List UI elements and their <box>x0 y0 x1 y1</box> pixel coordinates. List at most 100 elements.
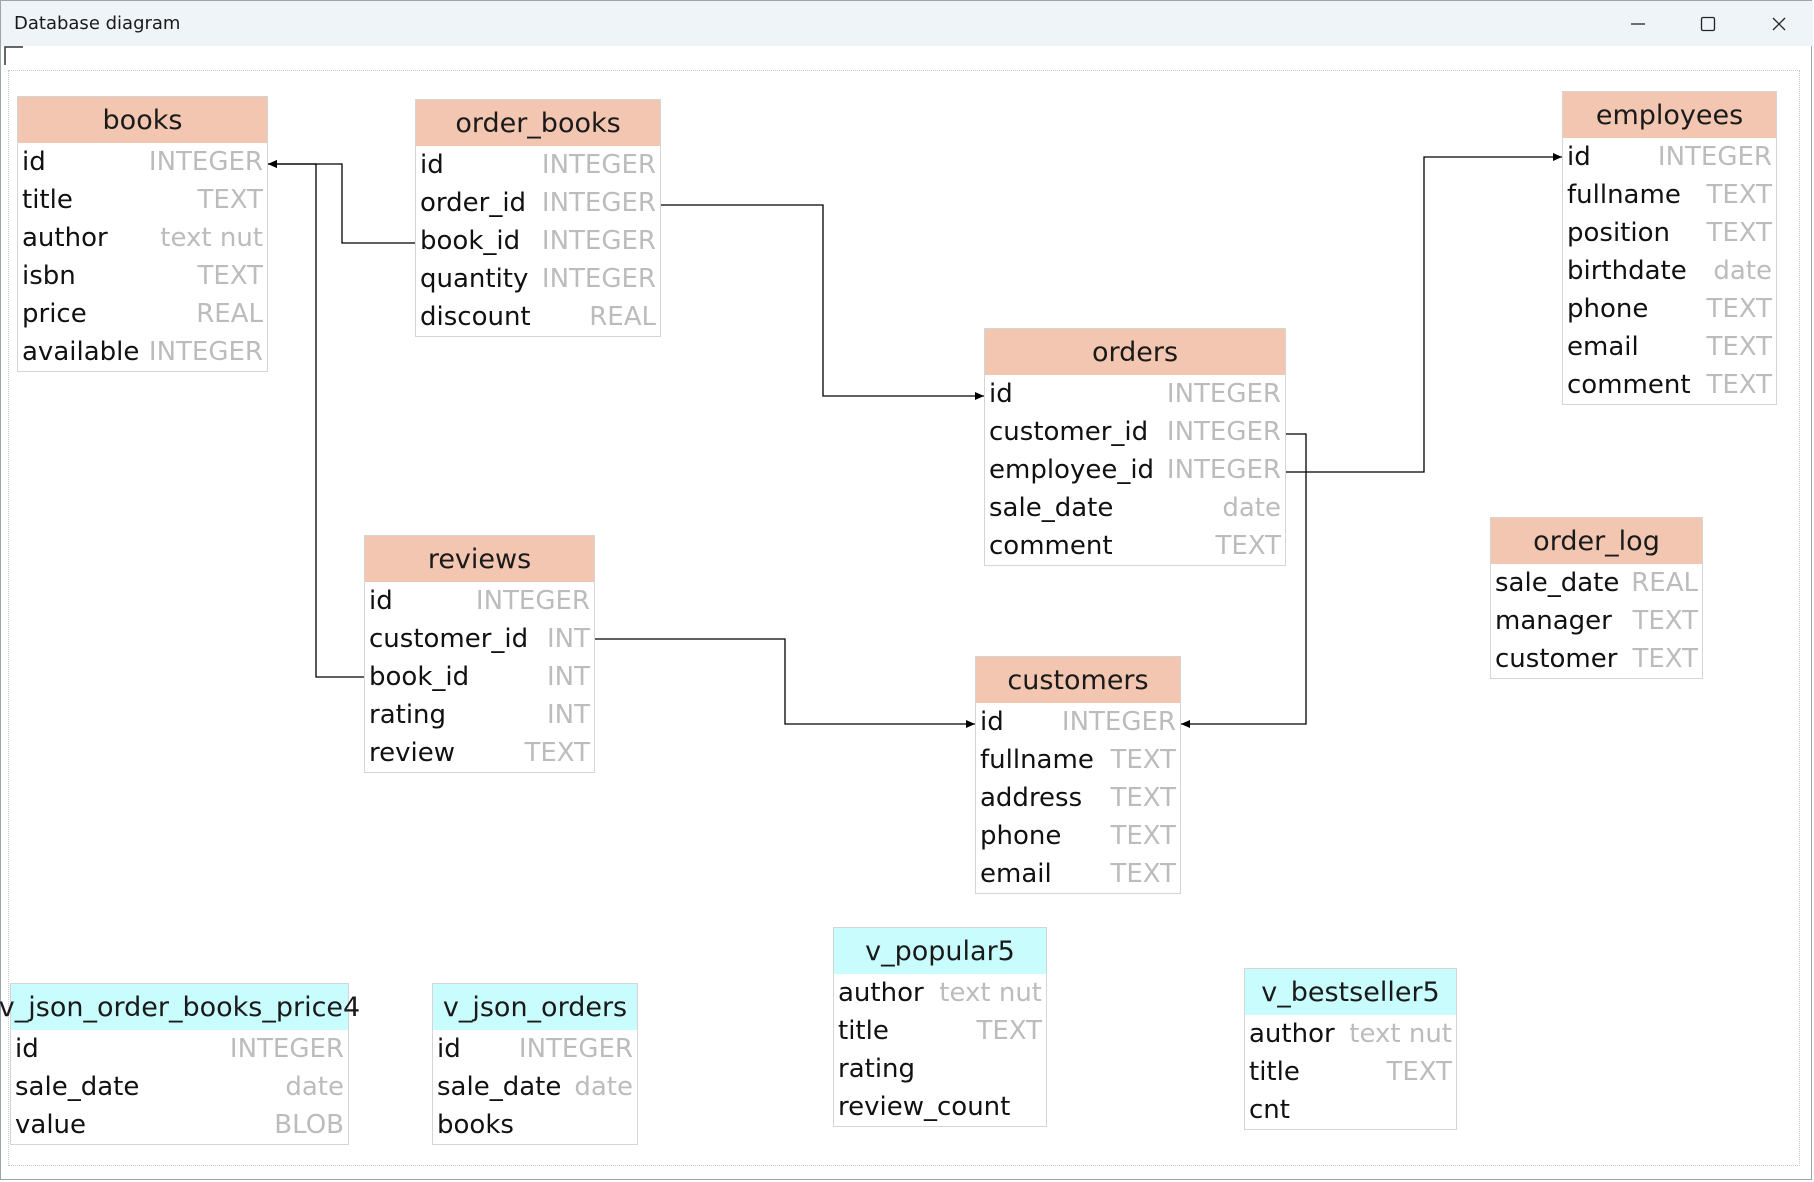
column-row[interactable]: cnt <box>1245 1091 1456 1129</box>
column-row[interactable]: title TEXT <box>1245 1053 1456 1091</box>
column-row[interactable]: review_count <box>834 1088 1046 1126</box>
column-row[interactable]: title TEXT <box>834 1012 1046 1050</box>
column-type: INTEGER <box>541 226 656 256</box>
table-header[interactable]: orders <box>985 329 1285 375</box>
column-row[interactable]: rating <box>834 1050 1046 1088</box>
table-header[interactable]: books <box>18 97 267 143</box>
table-orders[interactable]: orders id INTEGER customer_id INTEGER employe… <box>984 328 1286 566</box>
column-row[interactable]: customer TEXT <box>1491 640 1702 678</box>
column-row[interactable]: sale_date date <box>11 1068 348 1106</box>
table-order_books[interactable]: order_books id INTEGER order_id INTEGER book_… <box>415 99 661 337</box>
column-type: INTEGER <box>148 147 263 177</box>
column-row[interactable]: author text nut <box>1245 1015 1456 1053</box>
column-row[interactable]: position TEXT <box>1563 214 1776 252</box>
column-row[interactable]: customer_id INTEGER <box>985 413 1285 451</box>
column-row[interactable]: email TEXT <box>1563 328 1776 366</box>
column-name: phone <box>980 821 1062 851</box>
column-row[interactable]: discount REAL <box>416 298 660 336</box>
column-type: TEXT <box>1632 606 1698 636</box>
column-row[interactable]: price REAL <box>18 295 267 333</box>
column-type: TEXT <box>1110 745 1176 775</box>
column-row[interactable]: sale_date date <box>985 489 1285 527</box>
column-row[interactable]: id INTEGER <box>11 1030 348 1068</box>
column-row[interactable]: rating INT <box>365 696 594 734</box>
table-header[interactable]: order_log <box>1491 518 1702 564</box>
column-type: date <box>574 1072 633 1102</box>
column-row[interactable]: title TEXT <box>18 181 267 219</box>
column-type: TEXT <box>1706 218 1772 248</box>
table-header[interactable]: order_books <box>416 100 660 146</box>
column-name: review <box>369 738 455 768</box>
column-row[interactable]: birthdate date <box>1563 252 1776 290</box>
column-row[interactable]: email TEXT <box>976 855 1180 893</box>
column-row[interactable]: isbn TEXT <box>18 257 267 295</box>
column-name: id <box>1567 142 1591 172</box>
column-row[interactable]: id INTEGER <box>1563 138 1776 176</box>
table-books[interactable]: books id INTEGER title TEXT author text nut isb… <box>17 96 268 372</box>
column-name: fullname <box>1567 180 1681 210</box>
table-employees[interactable]: employees id INTEGER fullname TEXT position TE… <box>1562 91 1777 405</box>
column-row[interactable]: fullname TEXT <box>1563 176 1776 214</box>
table-reviews[interactable]: reviews id INTEGER customer_id INT book_id INT… <box>364 535 595 773</box>
view-v_bestseller5[interactable]: v_bestseller5 author text nut title TEXT cnt <box>1244 968 1457 1130</box>
column-row[interactable]: comment TEXT <box>1563 366 1776 404</box>
view-v_json_order_books_price4[interactable]: v_json_order_books_price4 id INTEGER sale_d… <box>0 983 360 1145</box>
column-row[interactable]: phone TEXT <box>1563 290 1776 328</box>
column-row[interactable]: id INTEGER <box>416 146 660 184</box>
column-row[interactable]: quantity INTEGER <box>416 260 660 298</box>
table-header[interactable]: v_bestseller5 <box>1245 969 1456 1015</box>
column-name: position <box>1567 218 1670 248</box>
column-name: sale_date <box>15 1072 140 1102</box>
view-v_popular5[interactable]: v_popular5 author text nut title TEXT rating r… <box>833 927 1047 1127</box>
column-type: INTEGER <box>1657 142 1772 172</box>
column-name: comment <box>989 531 1113 561</box>
column-row[interactable]: id INTEGER <box>365 582 594 620</box>
column-type: TEXT <box>197 185 263 215</box>
column-row[interactable]: books <box>433 1106 637 1144</box>
column-row[interactable]: id INTEGER <box>18 143 267 181</box>
table-order_log[interactable]: order_log sale_date REAL manager TEXT custome… <box>1490 517 1703 679</box>
column-name: review_count <box>838 1092 1011 1122</box>
column-row[interactable]: sale_date REAL <box>1491 564 1702 602</box>
column-row[interactable]: comment TEXT <box>985 527 1285 565</box>
table-header[interactable]: reviews <box>365 536 594 582</box>
view-v_json_orders[interactable]: v_json_orders id INTEGER sale_date date books <box>432 983 638 1145</box>
column-row[interactable]: phone TEXT <box>976 817 1180 855</box>
table-header[interactable]: v_json_order_books_price4 <box>0 984 360 1030</box>
column-row[interactable]: id INTEGER <box>985 375 1285 413</box>
column-name: title <box>1249 1057 1300 1087</box>
column-row[interactable]: address TEXT <box>976 779 1180 817</box>
column-type: TEXT <box>1632 644 1698 674</box>
table-header[interactable]: v_popular5 <box>834 928 1046 974</box>
column-name: book_id <box>369 662 470 692</box>
column-name: employee_id <box>989 455 1155 485</box>
column-type: INTEGER <box>541 188 656 218</box>
column-name: cnt <box>1249 1095 1290 1125</box>
column-row[interactable]: order_id INTEGER <box>416 184 660 222</box>
column-name: birthdate <box>1567 256 1687 286</box>
column-row[interactable]: employee_id INTEGER <box>985 451 1285 489</box>
column-row[interactable]: available INTEGER <box>18 333 267 371</box>
relation-reviews-book_id-to-books-id <box>268 160 364 678</box>
column-name: sale_date <box>989 493 1114 523</box>
column-row[interactable]: author text nut <box>834 974 1046 1012</box>
column-type: TEXT <box>1706 180 1772 210</box>
column-row[interactable]: customer_id INT <box>365 620 594 658</box>
column-row[interactable]: sale_date date <box>433 1068 637 1106</box>
column-row[interactable]: id INTEGER <box>433 1030 637 1068</box>
column-name: sale_date <box>1495 568 1620 598</box>
column-row[interactable]: review TEXT <box>365 734 594 772</box>
column-row[interactable]: book_id INTEGER <box>416 222 660 260</box>
table-header[interactable]: employees <box>1563 92 1776 138</box>
table-customers[interactable]: customers id INTEGER fullname TEXT address TEX… <box>975 656 1181 894</box>
column-row[interactable]: manager TEXT <box>1491 602 1702 640</box>
table-header[interactable]: customers <box>976 657 1180 703</box>
column-type: TEXT <box>1110 821 1176 851</box>
table-header[interactable]: v_json_orders <box>433 984 637 1030</box>
column-row[interactable]: id INTEGER <box>976 703 1180 741</box>
column-name: value <box>15 1110 87 1140</box>
column-row[interactable]: author text nut <box>18 219 267 257</box>
column-row[interactable]: fullname TEXT <box>976 741 1180 779</box>
column-row[interactable]: value BLOB <box>11 1106 348 1144</box>
column-row[interactable]: book_id INT <box>365 658 594 696</box>
